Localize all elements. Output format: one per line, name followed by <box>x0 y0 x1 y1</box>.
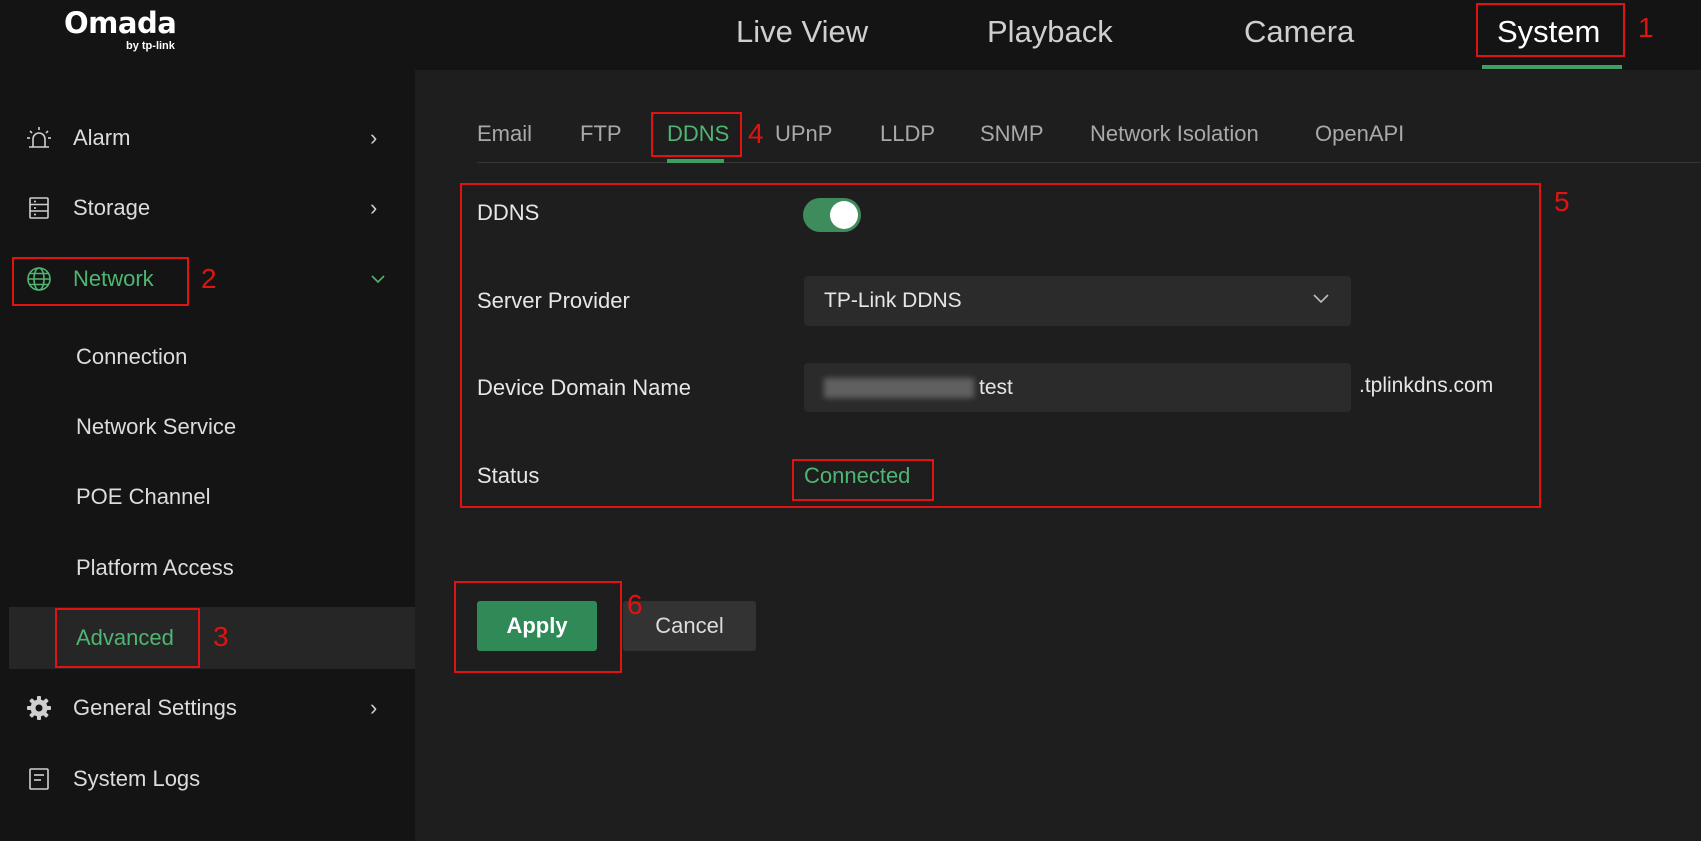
tab-upnp[interactable]: UPnP <box>775 119 832 149</box>
document-icon <box>26 766 52 792</box>
tab-openapi[interactable]: OpenAPI <box>1315 119 1404 149</box>
annotation-number-3: 3 <box>213 621 229 652</box>
nav-live-view[interactable]: Live View <box>736 12 868 52</box>
sidebar-item-label: General Settings <box>73 695 237 720</box>
cancel-button[interactable]: Cancel <box>623 601 756 651</box>
nav-active-indicator <box>1482 65 1622 69</box>
tab-active-indicator <box>667 159 724 163</box>
gear-icon <box>26 695 52 721</box>
annotation-box-status <box>792 459 934 501</box>
sidebar-item-label: System Logs <box>73 766 201 791</box>
nav-playback[interactable]: Playback <box>987 12 1113 52</box>
subnav-platform-access[interactable]: Platform Access <box>76 553 234 583</box>
annotation-number-6: 6 <box>627 589 643 620</box>
sidebar-item-label: Alarm <box>73 125 131 150</box>
subnav-connection[interactable]: Connection <box>76 342 187 372</box>
annotation-box-3 <box>55 608 200 668</box>
sidebar-item-label: Storage <box>73 195 151 220</box>
sidebar-item-system-logs[interactable]: System Logs <box>0 751 415 807</box>
sidebar-item-general-settings[interactable]: General Settings › <box>0 680 415 736</box>
chevron-right-icon: › <box>370 195 378 220</box>
tab-ftp[interactable]: FTP <box>580 119 622 149</box>
sidebar-item-storage[interactable]: Storage › <box>0 180 415 236</box>
nav-camera[interactable]: Camera <box>1244 12 1354 52</box>
annotation-box-1 <box>1476 3 1625 57</box>
tab-email[interactable]: Email <box>477 119 532 149</box>
subnav-poe-channel[interactable]: POE Channel <box>76 482 211 512</box>
chevron-down-icon <box>370 265 386 300</box>
alarm-icon <box>26 125 52 151</box>
annotation-box-5 <box>460 183 1541 508</box>
annotation-number-2: 2 <box>201 263 217 294</box>
annotation-number-5: 5 <box>1554 186 1570 217</box>
storage-icon <box>26 195 52 221</box>
chevron-right-icon: › <box>370 125 378 150</box>
subnav-network-service[interactable]: Network Service <box>76 412 236 442</box>
chevron-right-icon: › <box>370 695 378 720</box>
tab-network-isolation[interactable]: Network Isolation <box>1090 119 1259 149</box>
annotation-box-6 <box>454 581 622 673</box>
sidebar-item-alarm[interactable]: Alarm › <box>0 110 415 166</box>
tab-lldp[interactable]: LLDP <box>880 119 935 149</box>
tab-snmp[interactable]: SNMP <box>980 119 1044 149</box>
omada-logo: Omada by tp-link <box>64 6 177 52</box>
tab-divider <box>477 162 1701 163</box>
annotation-number-4: 4 <box>748 118 764 149</box>
annotation-number-1: 1 <box>1638 12 1654 43</box>
annotation-box-4 <box>651 112 742 157</box>
annotation-box-2 <box>12 257 189 306</box>
